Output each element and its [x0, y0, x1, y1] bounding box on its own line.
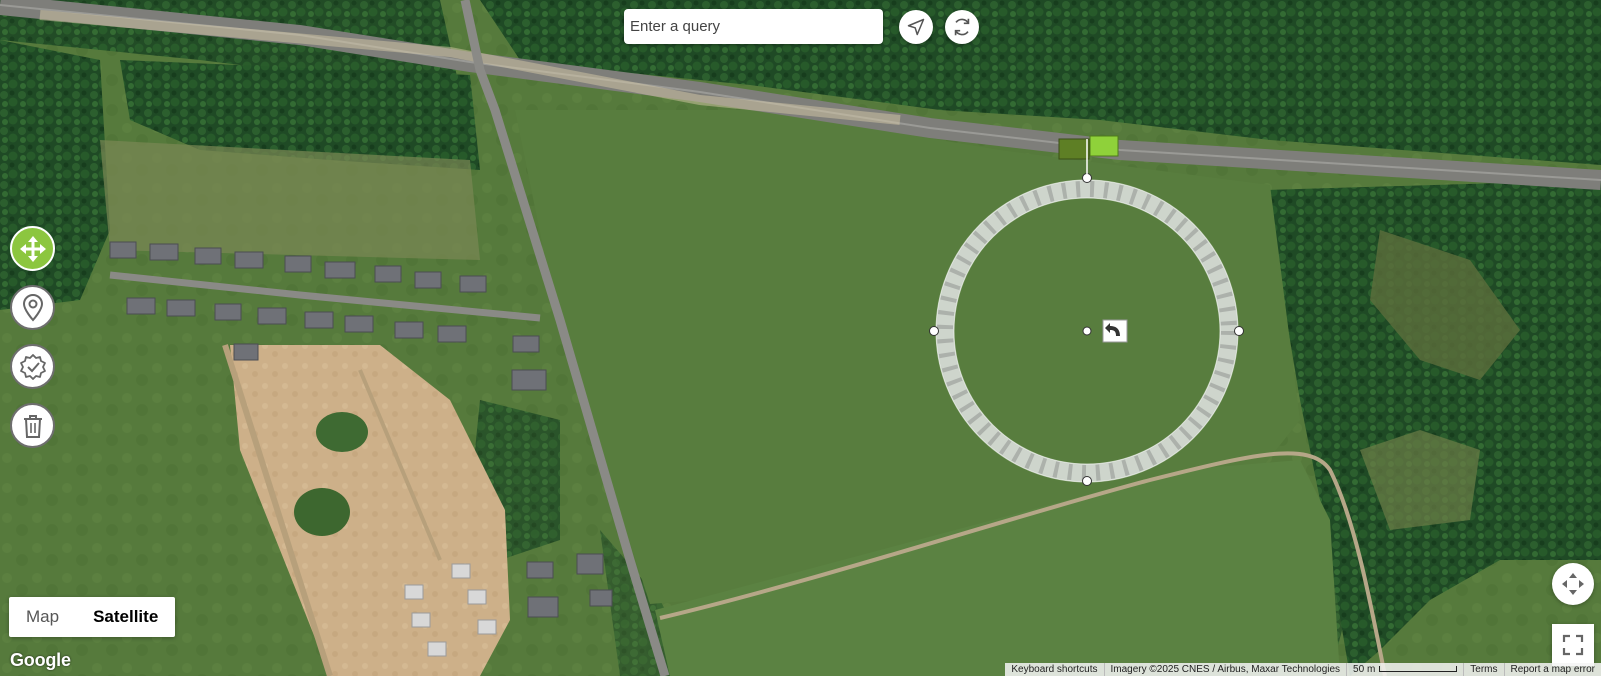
refresh-button[interactable] [945, 10, 979, 44]
terms-link[interactable]: Terms [1463, 663, 1503, 676]
imagery-credit: Imagery ©2025 CNES / Airbus, Maxar Techn… [1103, 663, 1347, 676]
fullscreen-button[interactable] [1552, 624, 1594, 666]
report-error-link[interactable]: Report a map error [1503, 663, 1601, 676]
move-tool-button[interactable] [10, 226, 55, 271]
move-arrows-icon [19, 235, 46, 262]
fullscreen-icon [1562, 634, 1584, 656]
keyboard-shortcuts-link[interactable]: Keyboard shortcuts [1005, 663, 1103, 676]
trash-icon [23, 414, 42, 438]
search-input[interactable] [624, 9, 883, 44]
satellite-map[interactable] [0, 0, 1601, 676]
map-type-control: Map Satellite [9, 597, 176, 637]
scale-indicator[interactable]: 50 m [1346, 663, 1463, 676]
badge-check-icon [19, 353, 46, 380]
camera-control-button[interactable] [1552, 563, 1594, 605]
navigation-arrow-icon [907, 18, 925, 36]
pan-arrows-icon [1562, 573, 1584, 595]
scale-bar [1379, 666, 1458, 673]
google-logo: Google [10, 650, 71, 670]
marker-tool-button[interactable] [10, 285, 55, 330]
confirm-tool-button[interactable] [10, 344, 55, 389]
map-pin-icon [22, 293, 43, 321]
map-type-satellite-button[interactable]: Satellite [76, 597, 175, 637]
scale-label: 50 m [1353, 664, 1376, 675]
delete-tool-button[interactable] [10, 403, 55, 448]
locate-button[interactable] [899, 10, 933, 44]
refresh-icon [954, 18, 970, 36]
attribution-bar: Keyboard shortcuts Imagery ©2025 CNES / … [1005, 663, 1601, 676]
map-type-map-button[interactable]: Map [9, 597, 76, 637]
undo-icon [1102, 319, 1128, 343]
